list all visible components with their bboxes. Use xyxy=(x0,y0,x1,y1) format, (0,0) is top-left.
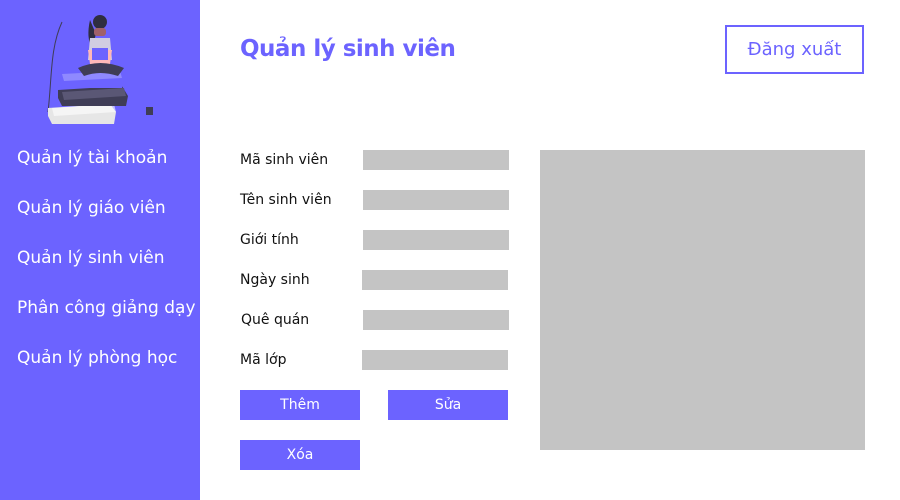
class-id-field[interactable] xyxy=(362,350,508,370)
sidebar-item-teachers[interactable]: Quản lý giáo viên xyxy=(17,198,166,218)
sidebar-item-accounts[interactable]: Quản lý tài khoản xyxy=(17,148,167,168)
delete-button[interactable]: Xóa xyxy=(240,440,360,470)
label-student-id: Mã sinh viên xyxy=(240,152,329,168)
page-title: Quản lý sinh viên xyxy=(240,36,456,62)
birth-date-field[interactable] xyxy=(362,270,508,290)
sidebar-item-students[interactable]: Quản lý sinh viên xyxy=(17,248,165,268)
label-gender: Giới tính xyxy=(240,232,299,248)
sidebar-item-classrooms[interactable]: Quản lý phòng học xyxy=(17,348,177,368)
student-name-field[interactable] xyxy=(363,190,509,210)
logout-button[interactable]: Đăng xuất xyxy=(725,25,864,74)
label-class-id: Mã lớp xyxy=(240,352,287,368)
sidebar: Quản lý tài khoản Quản lý giáo viên Quản… xyxy=(0,0,200,500)
person-reading-on-books-icon xyxy=(47,15,153,124)
label-hometown: Quê quán xyxy=(241,312,310,328)
gender-field[interactable] xyxy=(363,230,509,250)
label-birth-date: Ngày sinh xyxy=(240,272,310,288)
add-button[interactable]: Thêm xyxy=(240,390,360,420)
image-placeholder xyxy=(540,150,865,450)
student-id-field[interactable] xyxy=(363,150,509,170)
label-student-name: Tên sinh viên xyxy=(240,192,332,208)
edit-button[interactable]: Sửa xyxy=(388,390,508,420)
hometown-field[interactable] xyxy=(363,310,509,330)
sidebar-item-teaching-assignment[interactable]: Phân công giảng dạy xyxy=(17,298,196,318)
